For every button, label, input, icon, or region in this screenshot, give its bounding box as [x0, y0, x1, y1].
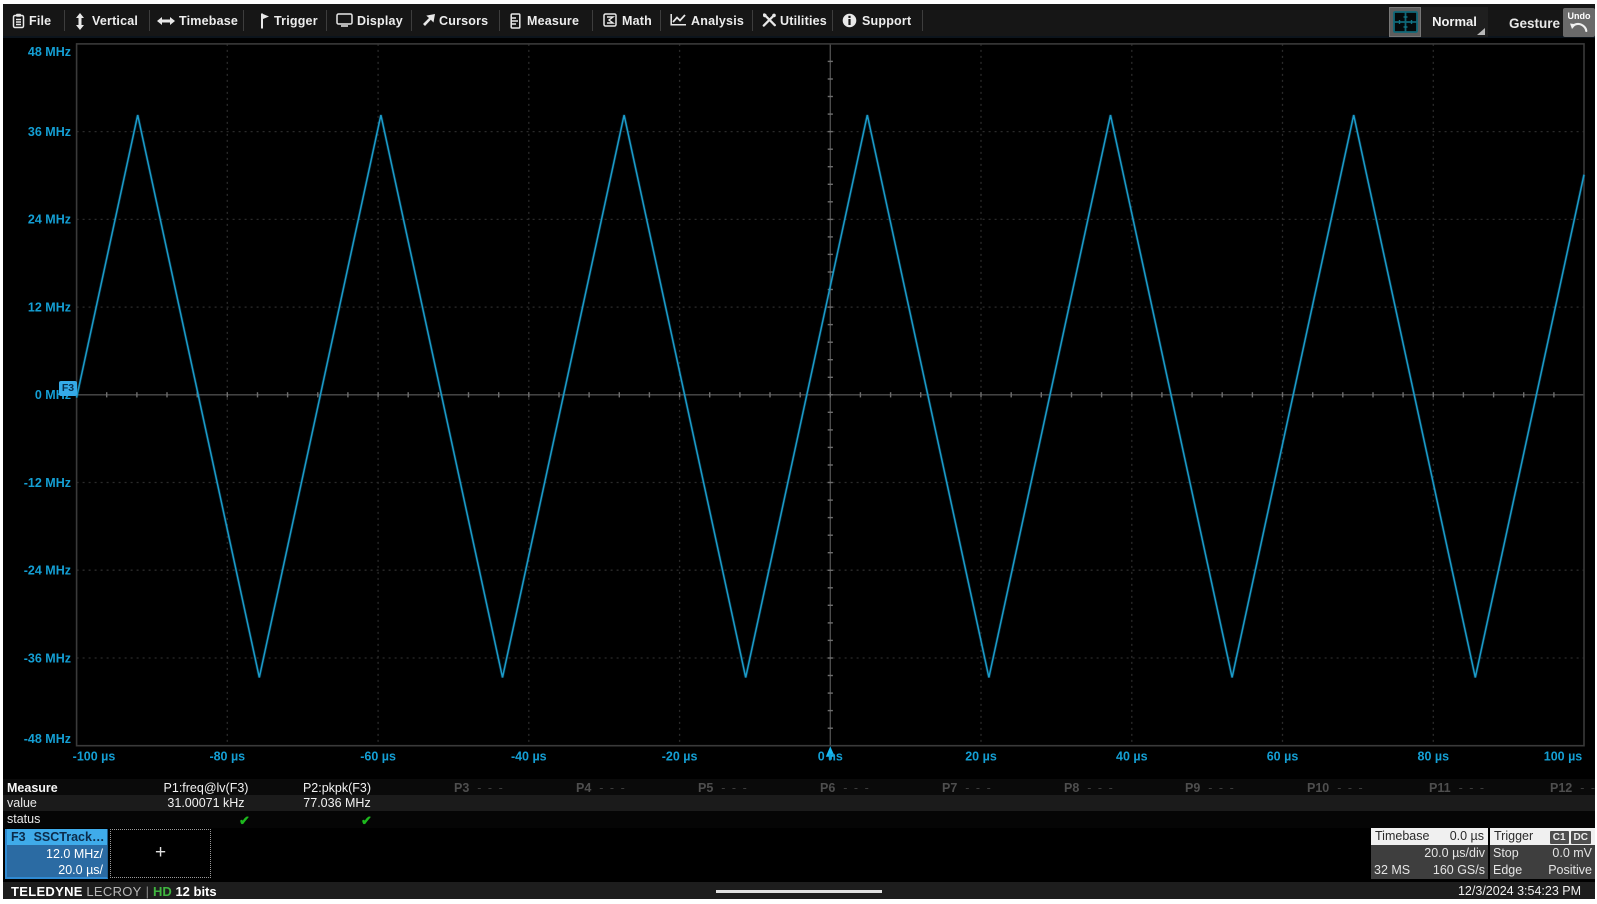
svg-text:20 µs: 20 µs [965, 750, 997, 764]
svg-text:-40 µs: -40 µs [511, 750, 547, 764]
svg-text:24 MHz: 24 MHz [28, 213, 71, 227]
svg-text:-12 MHz: -12 MHz [24, 476, 71, 490]
svg-text:0 ns: 0 ns [818, 750, 843, 764]
svg-text:-80 µs: -80 µs [209, 750, 245, 764]
svg-text:100 µs: 100 µs [1544, 750, 1583, 764]
svg-text:12 MHz: 12 MHz [28, 300, 71, 314]
svg-text:-100 µs: -100 µs [73, 750, 116, 764]
svg-text:-24 MHz: -24 MHz [24, 564, 71, 578]
svg-text:-20 µs: -20 µs [662, 750, 698, 764]
svg-text:36 MHz: 36 MHz [28, 125, 71, 139]
svg-text:-60 µs: -60 µs [360, 750, 396, 764]
svg-text:60 µs: 60 µs [1267, 750, 1299, 764]
svg-text:80 µs: 80 µs [1418, 750, 1450, 764]
svg-text:-36 MHz: -36 MHz [24, 651, 71, 665]
svg-text:48 MHz: 48 MHz [28, 45, 71, 59]
svg-text:40 µs: 40 µs [1116, 750, 1148, 764]
svg-text:-48 MHz: -48 MHz [24, 732, 71, 746]
